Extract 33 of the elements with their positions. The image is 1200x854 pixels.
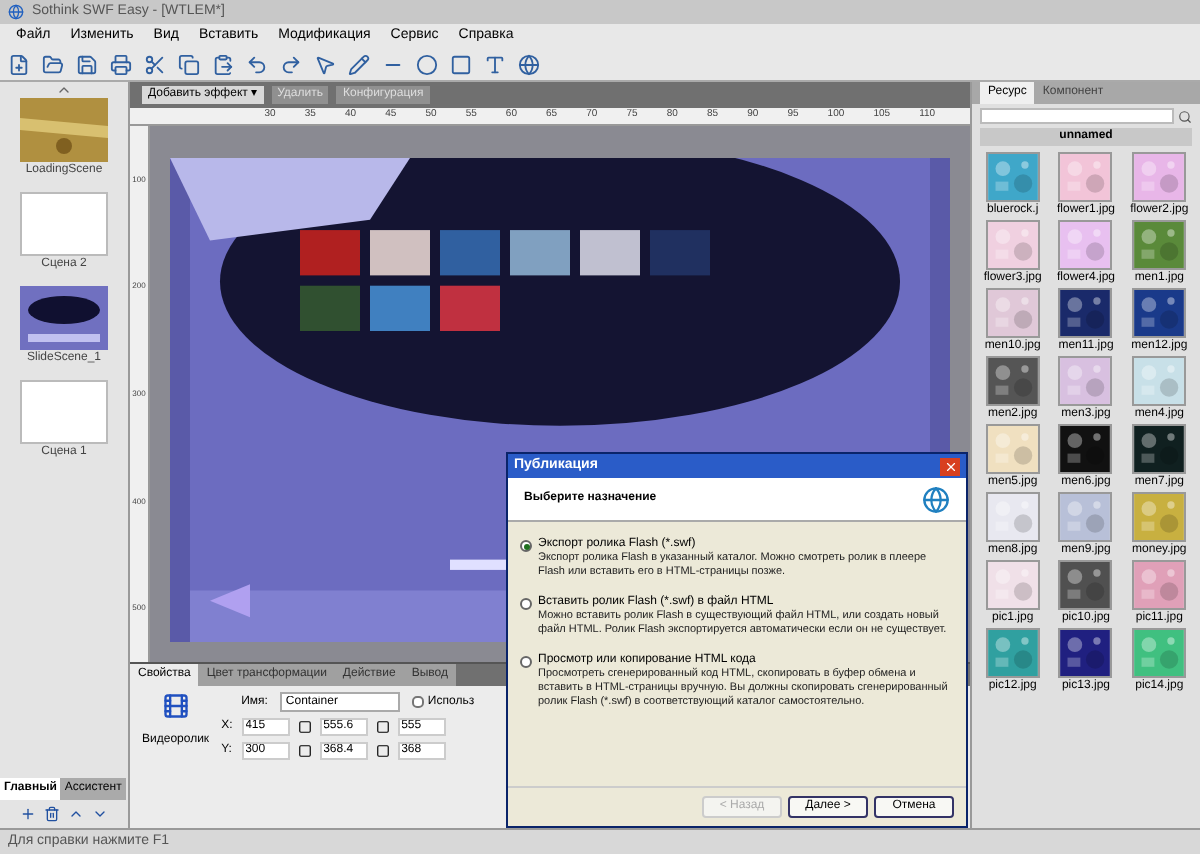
add-icon[interactable] — [20, 806, 36, 822]
redo-icon[interactable] — [280, 53, 302, 75]
scene-thumbnail[interactable] — [20, 380, 108, 444]
new-file-icon[interactable] — [8, 53, 30, 75]
globe-icon[interactable] — [518, 53, 540, 75]
cut-icon[interactable] — [144, 53, 166, 75]
pointer-icon[interactable] — [314, 53, 336, 75]
search-field[interactable] — [980, 108, 1174, 124]
app-icon — [8, 4, 24, 20]
open-folder-icon[interactable] — [42, 53, 64, 75]
print-icon[interactable] — [110, 53, 132, 75]
rectangle-icon[interactable] — [450, 53, 472, 75]
delete-icon[interactable] — [44, 806, 60, 822]
move-down-icon[interactable] — [92, 806, 108, 822]
scene-thumbnail[interactable] — [20, 192, 108, 256]
save-icon[interactable] — [76, 53, 98, 75]
paste-icon[interactable] — [212, 53, 234, 75]
globe-icon — [922, 485, 950, 513]
pencil-icon[interactable] — [348, 53, 370, 75]
close-icon — [943, 459, 957, 473]
undo-icon[interactable] — [246, 53, 268, 75]
move-up-icon[interactable] — [68, 806, 84, 822]
radio-button[interactable] — [520, 598, 532, 610]
search-icon[interactable] — [1178, 109, 1192, 123]
use-checkbox[interactable] — [411, 696, 424, 708]
movie-clip-icon — [161, 692, 190, 720]
ellipse-icon[interactable] — [416, 53, 438, 75]
text-icon[interactable] — [484, 53, 506, 75]
close-button[interactable] — [940, 457, 960, 475]
radio-button[interactable] — [520, 656, 532, 668]
scroll-up-icon[interactable] — [56, 82, 72, 98]
copy-icon[interactable] — [178, 53, 200, 75]
radio-button[interactable] — [520, 540, 532, 552]
